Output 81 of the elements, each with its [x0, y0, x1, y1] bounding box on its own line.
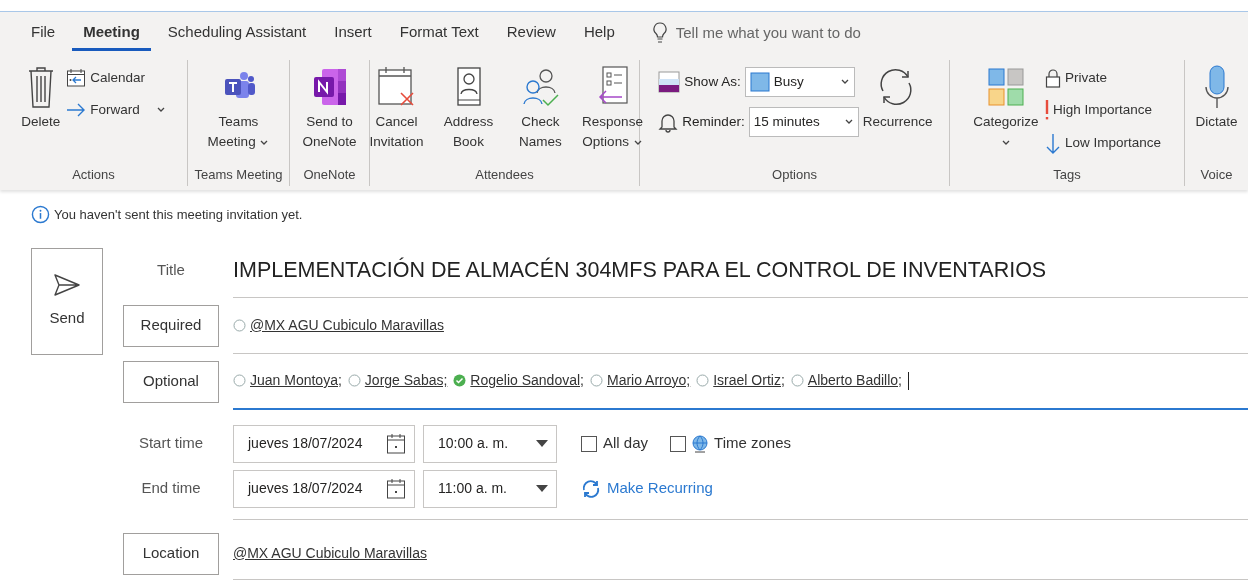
- recipient-button[interactable]: Required: [123, 304, 219, 347]
- checkbox[interactable]: All day: [581, 432, 649, 455]
- dropdown-field[interactable]: 15 minutes: [748, 107, 859, 137]
- attendee-link[interactable]: Jorge Sabas;: [364, 370, 448, 391]
- arrow-down-icon: [1044, 132, 1061, 155]
- checkbox[interactable]: Time zones: [670, 432, 791, 455]
- bell-icon: [658, 111, 679, 133]
- lock-icon: [1044, 68, 1061, 89]
- calendar-icon: [386, 477, 406, 500]
- ribbon-tab[interactable]: File: [20, 15, 67, 51]
- field-label: Start time: [137, 433, 205, 454]
- caret-down-icon: [536, 439, 548, 448]
- time-field[interactable]: 10:00 a. m.: [423, 424, 557, 463]
- exclamation-icon: [1044, 100, 1049, 121]
- attendee-link[interactable]: Juan Montoya;: [250, 370, 342, 391]
- calendar-icon: [66, 68, 87, 89]
- send-button[interactable]: Send: [31, 247, 103, 355]
- ribbon-button[interactable]: Private: [1042, 64, 1164, 93]
- ribbon-button[interactable]: High Importance: [1042, 96, 1164, 125]
- attendee-link[interactable]: @MX AGU Cubiculo Maravillas: [250, 314, 444, 336]
- ribbon-tab[interactable]: Format Text: [388, 15, 490, 51]
- ribbon-tab[interactable]: Scheduling Assistant: [156, 15, 318, 51]
- recurring-icon: [581, 478, 601, 499]
- attendee-link[interactable]: Alberto Badillo;: [807, 370, 902, 391]
- info-message: You haven't sent this meeting invitation yet.: [54, 206, 303, 224]
- field-label: Reminder:: [682, 112, 745, 131]
- search-field[interactable]: Tell me what you want to do: [675, 21, 861, 45]
- ribbon-button[interactable]: Low Importance: [1042, 128, 1164, 159]
- group-label: Voice: [1199, 166, 1234, 184]
- group-label: Tags: [1052, 166, 1082, 184]
- attendee-link[interactable]: Rogelio Sandoval;: [470, 370, 584, 391]
- notebook-icon: [311, 67, 348, 107]
- calendar-icon: [386, 432, 406, 455]
- time-field[interactable]: 11:00 a. m.: [423, 469, 557, 508]
- field-label: Show As:: [684, 72, 741, 91]
- ribbon-button[interactable]: Forward: [64, 96, 168, 125]
- title-text: IMPLEMENTACIÓN DE ALMACÉN 304MFS PARA EL CONTROL DE INVENTARIOS: [233, 256, 1047, 284]
- ribbon-button[interactable]: Check Names: [505, 60, 576, 155]
- arrow-right-icon: [66, 102, 87, 119]
- status-icon: [658, 71, 681, 93]
- group-label: OneNote: [302, 166, 357, 184]
- date-field[interactable]: jueves 18/07/2024: [233, 469, 415, 508]
- info-icon: [31, 205, 50, 225]
- globe-icon: [692, 434, 709, 453]
- chevron-down-icon: [839, 78, 850, 86]
- ribbon-tab[interactable]: Meeting: [72, 15, 151, 51]
- group-label: Teams Meeting: [193, 166, 284, 184]
- dropdown-field[interactable]: Busy: [744, 67, 855, 97]
- ribbon-button[interactable]: Response Options: [577, 60, 648, 155]
- caret-down-icon: [536, 484, 548, 493]
- date-field[interactable]: jueves 18/07/2024: [233, 424, 415, 463]
- ribbon-tab[interactable]: Review: [495, 15, 567, 51]
- ribbon-button[interactable]: Calendar: [64, 64, 168, 93]
- people-check-icon: [521, 67, 560, 107]
- location-button[interactable]: Location: [123, 532, 219, 575]
- ribbon-button[interactable]: Delete: [19, 60, 63, 135]
- make-recurring-link[interactable]: Make Recurring: [581, 477, 713, 500]
- recipient-button[interactable]: Optional: [123, 360, 219, 403]
- ribbon-button[interactable]: Teams Meeting: [203, 60, 274, 155]
- group-label: Actions: [71, 166, 116, 184]
- ribbon-tab[interactable]: Help: [572, 15, 626, 51]
- ribbon-button[interactable]: Dictate: [1193, 60, 1240, 135]
- field-label: End time: [140, 478, 202, 499]
- chevron-down-icon: [843, 118, 854, 126]
- text-cursor: [908, 371, 909, 390]
- address-book-icon: [454, 66, 483, 108]
- ribbon-button[interactable]: Address Book: [433, 60, 504, 155]
- group-label: Attendees: [474, 166, 535, 184]
- busy-swatch-icon: [749, 72, 770, 92]
- microphone-icon: [1203, 65, 1230, 109]
- field-label: Title: [156, 260, 186, 281]
- attendee-link[interactable]: Israel Ortiz;: [713, 370, 785, 391]
- send-icon: [53, 272, 81, 297]
- category-grid-icon: [987, 68, 1024, 106]
- attendee-link[interactable]: Mario Arroyo;: [607, 370, 691, 391]
- group-label: Options: [771, 166, 818, 184]
- location-link[interactable]: @MX AGU Cubiculo Maravillas: [233, 542, 427, 564]
- ribbon-button[interactable]: Categorize: [970, 60, 1041, 155]
- lightbulb-icon: [651, 22, 668, 44]
- ribbon-button[interactable]: Recurrence: [860, 60, 931, 135]
- ribbon-tab[interactable]: Insert: [323, 15, 383, 51]
